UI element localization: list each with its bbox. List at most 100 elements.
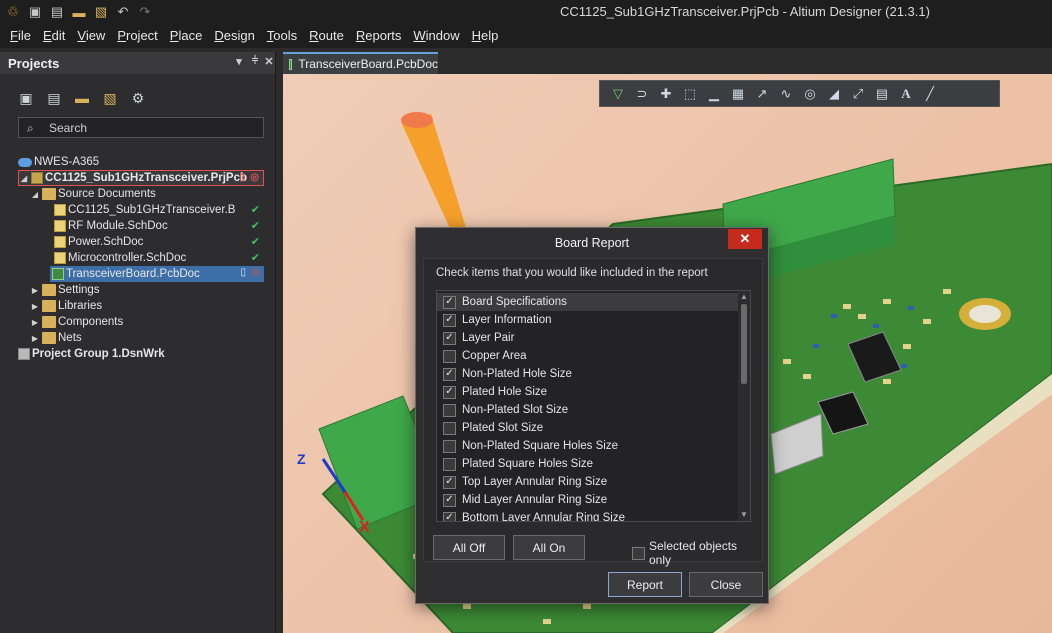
checkbox[interactable] xyxy=(443,403,456,417)
menu-project[interactable]: Project xyxy=(111,25,163,47)
dimension-icon[interactable]: ⤢ xyxy=(848,84,868,104)
list-item[interactable]: Non-Plated Slot Size xyxy=(437,401,739,419)
checkbox[interactable] xyxy=(443,349,456,363)
undo-icon[interactable]: ↶ xyxy=(114,3,132,21)
checkbox[interactable] xyxy=(632,546,645,560)
expand-icon[interactable]: ▶ xyxy=(30,302,40,311)
menu-design[interactable]: Design xyxy=(208,25,260,47)
list-item[interactable]: ✓ Bottom Layer Annular Ring Size xyxy=(437,509,739,521)
filter-icon[interactable]: ▽ xyxy=(608,84,628,104)
all-on-button[interactable]: All On xyxy=(513,535,585,560)
align-icon[interactable]: ▁ xyxy=(704,84,724,104)
panel-menu-icon[interactable]: ▾ xyxy=(232,55,246,71)
tree-item-project[interactable]: ◢ CC1125_Sub1GHzTransceiver.PrjPcb ▯ ◎ xyxy=(18,170,264,186)
checkbox[interactable]: ✓ xyxy=(443,511,456,521)
menu-reports[interactable]: Reports xyxy=(350,25,408,47)
list-scrollbar[interactable]: ▲ ▼ xyxy=(738,291,750,521)
list-item[interactable]: ✓ Non-Plated Hole Size xyxy=(437,365,739,383)
scroll-down-icon[interactable]: ▼ xyxy=(738,509,750,521)
list-item[interactable]: ✓ Top Layer Annular Ring Size xyxy=(437,473,739,491)
report-button[interactable]: Report xyxy=(608,572,682,597)
tree-item-libraries[interactable]: ▶ Libraries xyxy=(30,298,102,314)
expand-icon[interactable]: ▶ xyxy=(30,318,40,327)
tree-item-source-documents[interactable]: ◢ Source Documents xyxy=(30,186,156,202)
open-project-icon[interactable]: ▧ xyxy=(92,3,110,21)
menu-help[interactable]: Help xyxy=(466,25,505,47)
tree-item-schdoc[interactable]: CC1125_Sub1GHzTransceiver.B ✔ xyxy=(52,202,264,218)
menu-route[interactable]: Route xyxy=(303,25,350,47)
list-item[interactable]: ✓ Board Specifications xyxy=(437,293,739,311)
list-item[interactable]: ✓ Mid Layer Annular Ring Size xyxy=(437,491,739,509)
tree-item-components[interactable]: ▶ Components xyxy=(30,314,123,330)
component-icon[interactable]: ▦ xyxy=(728,84,748,104)
tree-item-nets[interactable]: ▶ Nets xyxy=(30,330,82,346)
list-item[interactable]: Plated Slot Size xyxy=(437,419,739,437)
save-all-icon[interactable]: ▤ xyxy=(48,3,66,21)
checkbox[interactable]: ✓ xyxy=(443,367,456,381)
tree-item-schdoc[interactable]: Microcontroller.SchDoc ✔ xyxy=(52,250,264,266)
list-item[interactable]: Copper Area xyxy=(437,347,739,365)
via-icon[interactable]: ◎ xyxy=(800,84,820,104)
search-input[interactable]: ⌕ Search xyxy=(18,117,264,138)
tree-item-workspace[interactable]: NWES-A365 xyxy=(16,154,99,170)
menu-tools[interactable]: Tools xyxy=(261,25,303,47)
menu-edit[interactable]: Edit xyxy=(37,25,71,47)
selected-objects-only[interactable]: Selected objects only xyxy=(632,539,762,567)
menu-place[interactable]: Place xyxy=(164,25,209,47)
tree-item-schdoc[interactable]: Power.SchDoc ✔ xyxy=(52,234,264,250)
tree-item-pcbdoc[interactable]: TransceiverBoard.PcbDoc ▯ ◎ xyxy=(50,266,264,282)
close-panel-icon[interactable]: ✕ xyxy=(262,55,276,71)
list-item[interactable]: ✓ Plated Hole Size xyxy=(437,383,739,401)
redo-icon[interactable]: ↷ xyxy=(136,3,154,21)
select-rect-icon[interactable]: ⬚ xyxy=(680,84,700,104)
drill-table-icon[interactable]: ▤ xyxy=(872,84,892,104)
checkbox[interactable]: ✓ xyxy=(443,385,456,399)
line-icon[interactable]: ╱ xyxy=(920,84,940,104)
menu-window[interactable]: Window xyxy=(407,25,465,47)
expand-icon[interactable]: ▶ xyxy=(30,334,40,343)
tree-item-project-group[interactable]: Project Group 1.DsnWrk xyxy=(16,346,165,362)
project-options-icon[interactable]: ▧ xyxy=(100,88,120,108)
polygon-icon[interactable]: ◢ xyxy=(824,84,844,104)
collapse-icon[interactable]: ◢ xyxy=(30,190,40,199)
pin-icon[interactable]: ⫩ xyxy=(248,55,262,71)
open-folder-icon[interactable]: ▬ xyxy=(72,88,92,108)
menu-file[interactable]: File xyxy=(4,25,37,47)
close-icon[interactable]: ✕ xyxy=(728,229,762,249)
checkbox[interactable] xyxy=(443,439,456,453)
list-item[interactable]: Plated Square Holes Size xyxy=(437,455,739,473)
tree-item-schdoc[interactable]: RF Module.SchDoc ✔ xyxy=(52,218,264,234)
checkbox[interactable] xyxy=(443,457,456,471)
list-item[interactable]: ✓ Layer Pair xyxy=(437,329,739,347)
compile-icon[interactable]: ▤ xyxy=(44,88,64,108)
save-icon[interactable]: ▣ xyxy=(16,88,36,108)
tree-item-settings[interactable]: ▶ Settings xyxy=(30,282,100,298)
gear-icon[interactable]: ⚙ xyxy=(128,88,148,108)
scroll-thumb[interactable] xyxy=(741,304,747,384)
text-icon[interactable]: A xyxy=(896,84,916,104)
checkbox[interactable]: ✓ xyxy=(443,331,456,345)
checkbox[interactable]: ✓ xyxy=(443,475,456,489)
tab-pcbdoc[interactable]: TransceiverBoard.PcbDoc xyxy=(283,52,438,74)
checkbox[interactable]: ✓ xyxy=(443,493,456,507)
open-folder-icon[interactable]: ▬ xyxy=(70,3,88,21)
route-icon[interactable]: ↗ xyxy=(752,84,772,104)
app-logo-icon[interactable]: ♲ xyxy=(4,3,22,21)
folder-icon xyxy=(42,332,56,344)
scroll-up-icon[interactable]: ▲ xyxy=(738,291,750,303)
list-item[interactable]: ✓ Layer Information xyxy=(437,311,739,329)
checkbox[interactable]: ✓ xyxy=(443,295,456,309)
all-off-button[interactable]: All Off xyxy=(433,535,505,560)
menu-view[interactable]: View xyxy=(71,25,111,47)
checkbox[interactable] xyxy=(443,421,456,435)
report-items-list[interactable]: ✓ Board Specifications ✓ Layer Informati… xyxy=(436,290,751,522)
crosshair-icon[interactable]: ✚ xyxy=(656,84,676,104)
checkbox[interactable]: ✓ xyxy=(443,313,456,327)
tune-icon[interactable]: ∿ xyxy=(776,84,796,104)
save-icon[interactable]: ▣ xyxy=(26,3,44,21)
close-button[interactable]: Close xyxy=(689,572,763,597)
snap-icon[interactable]: ⊃ xyxy=(632,84,652,104)
list-item[interactable]: Non-Plated Square Holes Size xyxy=(437,437,739,455)
collapse-icon[interactable]: ◢ xyxy=(19,174,29,183)
expand-icon[interactable]: ▶ xyxy=(30,286,40,295)
